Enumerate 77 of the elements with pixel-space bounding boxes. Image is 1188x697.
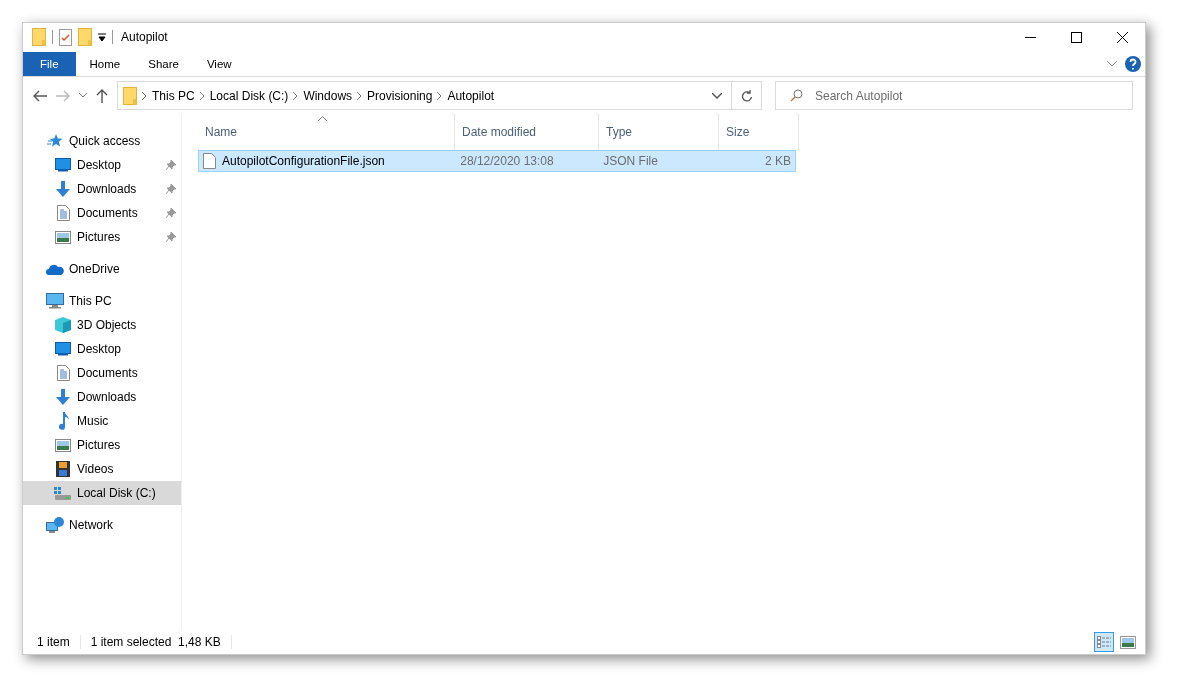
- folder-icon: [123, 86, 137, 105]
- chevron-right-icon[interactable]: [293, 91, 299, 100]
- dropdown-icon[interactable]: [98, 33, 106, 41]
- sidebar-item[interactable]: OneDrive: [23, 257, 181, 281]
- sidebar-item[interactable]: 3D Objects: [23, 313, 181, 337]
- properties-icon[interactable]: [59, 28, 72, 46]
- search-field[interactable]: Search Autopilot: [775, 81, 1133, 110]
- ribbon-tab[interactable]: File: [23, 52, 76, 76]
- sidebar-item[interactable]: Network: [23, 513, 181, 537]
- sidebar-item[interactable]: Documents: [23, 201, 181, 225]
- sidebar-item[interactable]: Documents: [23, 361, 181, 385]
- large-icons-view-icon: [1120, 635, 1136, 649]
- cube-icon: [55, 317, 71, 333]
- sidebar-item[interactable]: Pictures: [23, 433, 181, 457]
- file-icon: [203, 153, 216, 169]
- chevron-right-icon[interactable]: [142, 91, 147, 100]
- down-arrow-icon: [55, 181, 71, 197]
- sidebar-item[interactable]: Pictures: [23, 225, 181, 249]
- back-arrow-icon[interactable]: [33, 89, 47, 102]
- chevron-right-icon[interactable]: [357, 91, 363, 100]
- item-count: 1 item: [37, 635, 70, 649]
- sidebar-item[interactable]: Local Disk (C:): [23, 481, 181, 505]
- help-icon[interactable]: [1125, 56, 1141, 72]
- picture-icon: [55, 230, 71, 244]
- monitor-icon: [55, 342, 71, 356]
- chevron-down-icon[interactable]: [79, 93, 87, 98]
- table-cell: 28/12/2020 13:08: [460, 154, 554, 168]
- ribbon-tab[interactable]: View: [192, 52, 246, 76]
- ribbon-tab[interactable]: Home: [75, 52, 135, 76]
- details-view-icon: [1097, 636, 1111, 648]
- drive-icon: [54, 486, 72, 500]
- up-arrow-icon[interactable]: [96, 88, 108, 103]
- chevron-right-icon[interactable]: [437, 91, 443, 100]
- film-icon: [56, 461, 70, 477]
- address-bar[interactable]: This PC Local Disk (C:) Windows Provisioning Autopilot: [117, 81, 762, 110]
- computer-icon: [46, 293, 64, 309]
- sidebar-item[interactable]: Downloads: [23, 177, 181, 201]
- table-cell: AutopilotConfigurationFile.json: [222, 154, 385, 168]
- details-view-button[interactable]: [1094, 632, 1114, 652]
- music-note-icon: [57, 412, 69, 430]
- sidebar-item[interactable]: Desktop: [23, 337, 181, 361]
- selection-info: 1 item selected 1,48 KB: [90, 635, 221, 649]
- maximize-icon: [1070, 31, 1082, 43]
- breadcrumb-item[interactable]: Autopilot: [447, 88, 495, 103]
- document-icon: [56, 205, 70, 221]
- network-icon: [46, 517, 64, 533]
- table-cell: JSON File: [603, 154, 658, 168]
- minimize-icon: [1024, 36, 1036, 38]
- table-cell: 2 KB: [765, 154, 791, 168]
- breadcrumb-item[interactable]: Provisioning: [367, 88, 433, 103]
- chevron-down-icon[interactable]: [1107, 61, 1117, 67]
- sidebar-item[interactable]: Videos: [23, 457, 181, 481]
- sidebar-item[interactable]: Music: [23, 409, 181, 433]
- cloud-icon: [46, 263, 64, 275]
- picture-icon: [55, 438, 71, 452]
- chevron-down-icon: [711, 92, 722, 99]
- folder-icon: [32, 28, 46, 46]
- chevron-right-icon[interactable]: [199, 91, 205, 100]
- document-icon: [56, 365, 70, 381]
- close-icon: [1116, 31, 1128, 43]
- sidebar-item[interactable]: Downloads: [23, 385, 181, 409]
- file-row[interactable]: AutopilotConfigurationFile.json 28/12/2020 13:08 JSON File 2 KB: [198, 150, 796, 172]
- sidebar-item[interactable]: This PC: [23, 289, 181, 313]
- window-title: Autopilot: [121, 30, 168, 44]
- refresh-icon: [740, 89, 753, 102]
- sidebar-item[interactable]: Quick access: [23, 129, 181, 153]
- sort-ascending-icon: [318, 116, 327, 121]
- star-icon: [47, 133, 63, 149]
- down-arrow-icon: [55, 389, 71, 405]
- sidebar-item[interactable]: Desktop: [23, 153, 181, 177]
- monitor-icon: [55, 158, 71, 172]
- breadcrumb-item[interactable]: Windows: [303, 88, 353, 103]
- search-icon: [790, 89, 803, 102]
- new-folder-icon: [78, 28, 92, 46]
- breadcrumb-item[interactable]: This PC: [152, 88, 195, 103]
- ribbon-tab[interactable]: Share: [134, 52, 193, 76]
- breadcrumb-item[interactable]: Local Disk (C:): [209, 88, 289, 103]
